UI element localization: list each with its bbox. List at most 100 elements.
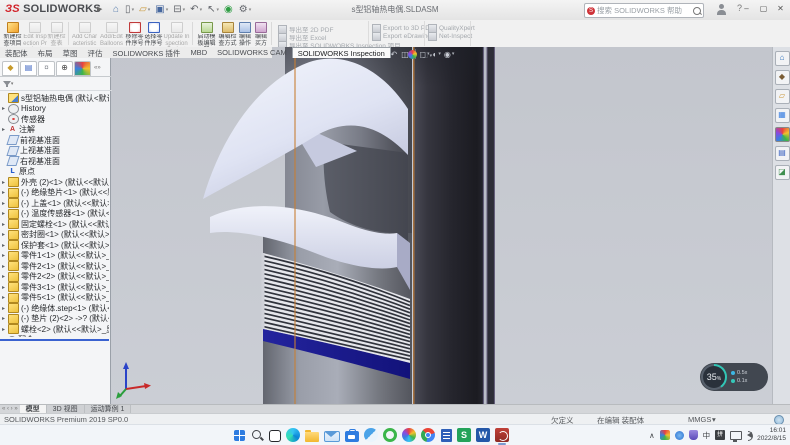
new-inspection-sheet-button[interactable]: 新建检查表 [47, 21, 66, 47]
word-icon[interactable]: W [476, 428, 490, 442]
ribbon-tab[interactable]: SOLIDWORKS Inspection [292, 47, 391, 58]
model-foreground-cylinder[interactable] [413, 47, 495, 404]
tree-item[interactable]: ▸ 上视基准面 [0, 146, 109, 157]
minimize-button[interactable]: – [739, 2, 754, 16]
dimxpertmanager-tab[interactable]: ⊕ [56, 61, 73, 76]
tree-item[interactable]: ▸ (-) 绝缘垫片<1> (默认<<默认>_显示状 [0, 188, 109, 199]
save-icon[interactable]: ▣ ▾ [154, 2, 169, 17]
ribbon-tab[interactable]: MBD [185, 47, 212, 58]
new-inspection-project-button[interactable]: 新建检查项目 (amp;M) [2, 21, 23, 48]
expand-arrow-icon[interactable]: ▸ [2, 336, 8, 337]
configurationmanager-tab[interactable]: ¤ [38, 61, 55, 76]
microsoft-store-icon[interactable] [345, 431, 359, 442]
clock[interactable]: 16:01 2022/8/15 [757, 427, 786, 443]
tree-item[interactable]: ▸ 固定螺栓<1> (默认<<默认>_显示状 [0, 219, 109, 230]
solidworks-taskbar-icon[interactable] [495, 428, 509, 442]
restore-button[interactable]: ▢ [756, 2, 771, 16]
edge-browser-icon[interactable] [286, 428, 300, 442]
solidworks-resources-icon[interactable]: ⌂ [775, 51, 790, 66]
tree-item[interactable]: ▸ A 注解 [0, 125, 109, 136]
tray-app-icon[interactable] [675, 431, 684, 440]
tree-item[interactable]: ▸ History [0, 104, 109, 115]
graphics-viewport[interactable]: ◎ ▭ ↶ ◫ ▾ ◻ ▾ ◐ ▾ ◉ ▾ [110, 47, 772, 404]
zoom-indicator-badge[interactable]: 35% 0.5x 0.1x [700, 363, 768, 391]
export-menu-item[interactable]: Net-Inspect [428, 32, 472, 41]
browser-360-icon[interactable] [383, 428, 397, 442]
ime-icon[interactable]: 拼 [715, 430, 725, 440]
input-language-indicator[interactable]: 中 [703, 430, 711, 441]
tree-item[interactable]: ▸ 螺栓<2> (默认<<默认>_显示状态 [0, 324, 109, 335]
tree-item[interactable]: ▸ 零件5<1> (默认<<默认>_显示状态 [0, 293, 109, 304]
tab-overflow-arrows[interactable]: «» [94, 65, 101, 71]
color-wheel-app-icon[interactable] [402, 428, 416, 442]
defender-shield-icon[interactable] [689, 430, 698, 440]
tree-item[interactable]: ▸ 右视基准面 [0, 156, 109, 167]
tree-item[interactable]: ▸ 密封圈<1> (默认<<默认>_显示状态 [0, 230, 109, 241]
edit-customers-button[interactable]: 编辑买方 [253, 21, 269, 47]
close-button[interactable]: ✕ [773, 2, 788, 16]
update-inspection-project-button[interactable]: Update Inspection Project [163, 21, 190, 48]
remove-balloons-button[interactable]: 移除零件序号 [125, 21, 144, 47]
solidworks-forum-icon[interactable]: ◪ [775, 165, 790, 180]
tree-item[interactable]: ▸ (-) 温度传感器<1> (默认<<默认>_显 [0, 209, 109, 220]
file-explorer-icon[interactable] [305, 432, 319, 442]
reader-app-icon[interactable] [441, 429, 452, 442]
zoom-speed-option[interactable]: 0.1x [731, 378, 747, 384]
start-button[interactable] [234, 430, 245, 441]
tree-item[interactable]: ▸ 保护套<1> (默认<<默认>_显示状态 [0, 240, 109, 251]
search-button[interactable] [250, 428, 264, 442]
print-icon[interactable]: ⊟ ▾ [172, 2, 186, 17]
speaker-icon[interactable] [747, 432, 752, 438]
previous-view-icon[interactable]: ↶ [391, 50, 399, 59]
edit-appearance-icon[interactable] [408, 50, 417, 59]
security-shield-icon[interactable] [660, 430, 670, 440]
add-characteristic-button[interactable]: Add Characteristic [71, 21, 98, 47]
ribbon-tab[interactable]: SOLIDWORKS 插件 [108, 47, 186, 58]
zoom-speed-option[interactable]: 0.5x [731, 370, 747, 376]
edit-operations-button[interactable]: 编辑操作 [237, 21, 253, 47]
ribbon-tab[interactable]: 布局 [33, 47, 58, 58]
displaymanager-tab[interactable]: ● [74, 61, 91, 76]
featuremanager-tab[interactable]: ◆ [2, 61, 19, 76]
ribbon-button[interactable] [68, 22, 69, 45]
search-input[interactable]: S 搜索 SOLIDWORKS 帮助 [584, 3, 704, 18]
tree-splitter-bar[interactable] [0, 339, 109, 341]
ribbon-tab[interactable]: 草图 [58, 47, 83, 58]
filter-dropdown-icon[interactable]: ▾ [11, 81, 14, 87]
tree-item[interactable]: ▸ (-) 绝缘体.step<1> (默认<<默认>_显 [0, 303, 109, 314]
add-edit-balloons-button[interactable]: Add/Edit Balloons [98, 21, 125, 47]
select-icon[interactable]: ↖ ▾ [206, 2, 220, 17]
view-settings-icon[interactable]: ▢▾ [421, 50, 432, 59]
design-library-icon[interactable]: ◆ [775, 70, 790, 85]
search-icon[interactable] [693, 7, 701, 15]
tree-item[interactable]: ▸ 零件2<1> (默认<<默认>_显示状态 [0, 261, 109, 272]
display-style-icon[interactable]: ◐ ▾ [432, 50, 440, 59]
home-icon[interactable]: ⌂ [112, 2, 121, 17]
launch-template-editor-button[interactable]: 启动模板编辑器 [195, 21, 218, 48]
tray-chevron-icon[interactable]: ∧ [649, 431, 655, 440]
tree-item[interactable]: ▸ (-) 上盖<1> (默认<<默认>_显示状态 [0, 198, 109, 209]
ribbon-tab[interactable]: 装配体 [0, 47, 33, 58]
custom-properties-icon[interactable]: ▤ [775, 146, 790, 161]
tree-item[interactable]: ▸ 前视基准面 [0, 135, 109, 146]
task-view-button[interactable] [269, 430, 281, 442]
appearances-scenes-icon[interactable] [775, 127, 790, 142]
tree-item[interactable]: ▸ Ⅼ 原点 [0, 167, 109, 178]
logo-flyout-arrow-icon[interactable]: ▶ [97, 5, 102, 13]
open-file-icon[interactable]: ▱ ▾ [138, 2, 151, 17]
tree-item[interactable]: ▸ 零件2<2> (默认<<默认>_显示状态 [0, 272, 109, 283]
file-explorer-icon[interactable]: ▱ [775, 89, 790, 104]
weather-icon[interactable] [364, 428, 378, 442]
tree-item[interactable]: ▸ 零件3<1> (默认<<默认>_显示状态 [0, 282, 109, 293]
tree-item[interactable]: ▸ 外壳 (2)<1> (默认<<默认>_显示状态 [0, 177, 109, 188]
tree-item[interactable]: ▸ s型铝轴热电偶 (默认<默认_显示状态-1> [0, 93, 109, 104]
ribbon-tab[interactable]: SOLIDWORKS CAM [212, 47, 292, 58]
hide-show-items-icon[interactable]: ◉ ▾ [444, 50, 455, 59]
tree-item[interactable]: ▸ 配合 [0, 335, 109, 338]
tree-item[interactable]: ▸ 传感器 [0, 114, 109, 125]
mail-icon[interactable] [324, 431, 340, 442]
ribbon-button[interactable] [192, 22, 193, 45]
new-file-icon[interactable]: ▯ ▾ [124, 2, 135, 17]
green-s-app-icon[interactable]: S [457, 428, 471, 442]
select-balloons-button[interactable]: 选择零件序号 [144, 21, 163, 47]
